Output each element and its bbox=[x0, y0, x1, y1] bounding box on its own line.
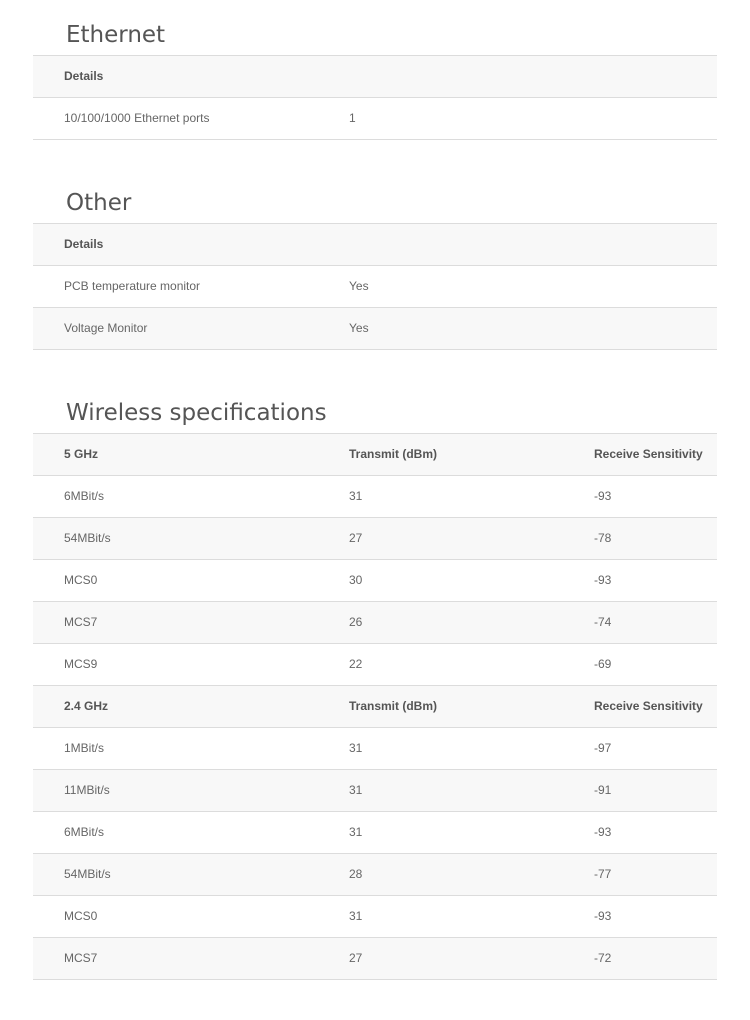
table-row: 11MBit/s 31 -91 bbox=[33, 770, 717, 812]
ethernet-title: Ethernet bbox=[33, 0, 717, 56]
row-value-2: -91 bbox=[594, 783, 612, 797]
row-value-2: -69 bbox=[594, 657, 612, 671]
row-value-2: -72 bbox=[594, 951, 612, 965]
table-row: 1MBit/s 31 -97 bbox=[33, 728, 717, 770]
row-value: 26 bbox=[349, 615, 363, 629]
table-row: 6MBit/s 31 -93 bbox=[33, 812, 717, 854]
row-value: 22 bbox=[349, 657, 363, 671]
row-value: 31 bbox=[349, 489, 363, 503]
row-label: 54MBit/s bbox=[64, 867, 111, 881]
table-row: 54MBit/s 28 -77 bbox=[33, 854, 717, 896]
row-label: MCS7 bbox=[64, 615, 98, 629]
table-header-row: 2.4 GHz Transmit (dBm) Receive Sensitivity bbox=[33, 686, 717, 728]
row-label: 11MBit/s bbox=[64, 783, 110, 797]
row-value-2: -93 bbox=[594, 909, 612, 923]
row-label: MCS0 bbox=[64, 573, 98, 587]
ethernet-section: Ethernet Details 10/100/1000 Ethernet por… bbox=[33, 0, 717, 140]
column-header: Transmit (dBm) bbox=[349, 699, 438, 713]
column-header: Receive Sensitivity bbox=[594, 447, 703, 461]
row-label: Voltage Monitor bbox=[64, 321, 148, 335]
row-value: Yes bbox=[349, 279, 369, 293]
table-row: PCB temperature monitor Yes bbox=[33, 266, 717, 308]
row-value: 1 bbox=[349, 111, 356, 125]
row-label: MCS0 bbox=[64, 909, 98, 923]
table-row: 10/100/1000 Ethernet ports 1 bbox=[33, 98, 717, 140]
column-header: Details bbox=[64, 69, 104, 83]
table-row: MCS0 30 -93 bbox=[33, 560, 717, 602]
wireless-title: Wireless specifications bbox=[33, 378, 717, 434]
row-value: 27 bbox=[349, 951, 363, 965]
ethernet-table: Details 10/100/1000 Ethernet ports 1 bbox=[33, 56, 717, 140]
row-value-2: -77 bbox=[594, 867, 612, 881]
table-row: 6MBit/s 31 -93 bbox=[33, 476, 717, 518]
table-header-row: Details bbox=[33, 56, 717, 98]
table-row: MCS7 26 -74 bbox=[33, 602, 717, 644]
row-value-2: -93 bbox=[594, 825, 612, 839]
other-section: Other Details PCB temperature monitor Yes V… bbox=[33, 168, 717, 350]
row-label: MCS9 bbox=[64, 657, 98, 671]
column-header: Receive Sensitivity bbox=[594, 699, 703, 713]
table-header-row: Details bbox=[33, 224, 717, 266]
row-label: 54MBit/s bbox=[64, 531, 111, 545]
table-row: MCS7 27 -72 bbox=[33, 938, 717, 980]
column-header: Transmit (dBm) bbox=[349, 447, 438, 461]
row-label: 6MBit/s bbox=[64, 825, 105, 839]
table-header-row: 5 GHz Transmit (dBm) Receive Sensitivity bbox=[33, 434, 717, 476]
table-row: 54MBit/s 27 -78 bbox=[33, 518, 717, 560]
wireless-section: Wireless specifications 5 GHz Transmit (d… bbox=[33, 378, 717, 980]
row-value-2: -97 bbox=[594, 741, 612, 755]
row-value: 30 bbox=[349, 573, 363, 587]
row-label: 6MBit/s bbox=[64, 489, 105, 503]
row-label: 10/100/1000 Ethernet ports bbox=[64, 111, 210, 125]
table-row: MCS0 31 -93 bbox=[33, 896, 717, 938]
row-value: 31 bbox=[349, 909, 363, 923]
row-label: PCB temperature monitor bbox=[64, 279, 201, 293]
row-label: 1MBit/s bbox=[64, 741, 105, 755]
table-row: MCS9 22 -69 bbox=[33, 644, 717, 686]
column-header: Details bbox=[64, 237, 104, 251]
row-value: 31 bbox=[349, 783, 363, 797]
wireless-specs-table: 5 GHz Transmit (dBm) Receive Sensitivity 6M… bbox=[33, 434, 717, 980]
row-label: MCS7 bbox=[64, 951, 98, 965]
row-value-2: -78 bbox=[594, 531, 612, 545]
other-table: Details PCB temperature monitor Yes Voltage… bbox=[33, 224, 717, 350]
row-value-2: -74 bbox=[594, 615, 612, 629]
row-value: 31 bbox=[349, 741, 363, 755]
row-value: 27 bbox=[349, 531, 363, 545]
row-value: Yes bbox=[349, 321, 369, 335]
other-title: Other bbox=[33, 168, 717, 224]
row-value: 28 bbox=[349, 867, 363, 881]
table-row: Voltage Monitor Yes bbox=[33, 308, 717, 350]
row-value-2: -93 bbox=[594, 489, 612, 503]
column-header: 5 GHz bbox=[64, 447, 99, 461]
row-value-2: -93 bbox=[594, 573, 612, 587]
column-header: 2.4 GHz bbox=[64, 699, 109, 713]
row-value: 31 bbox=[349, 825, 363, 839]
